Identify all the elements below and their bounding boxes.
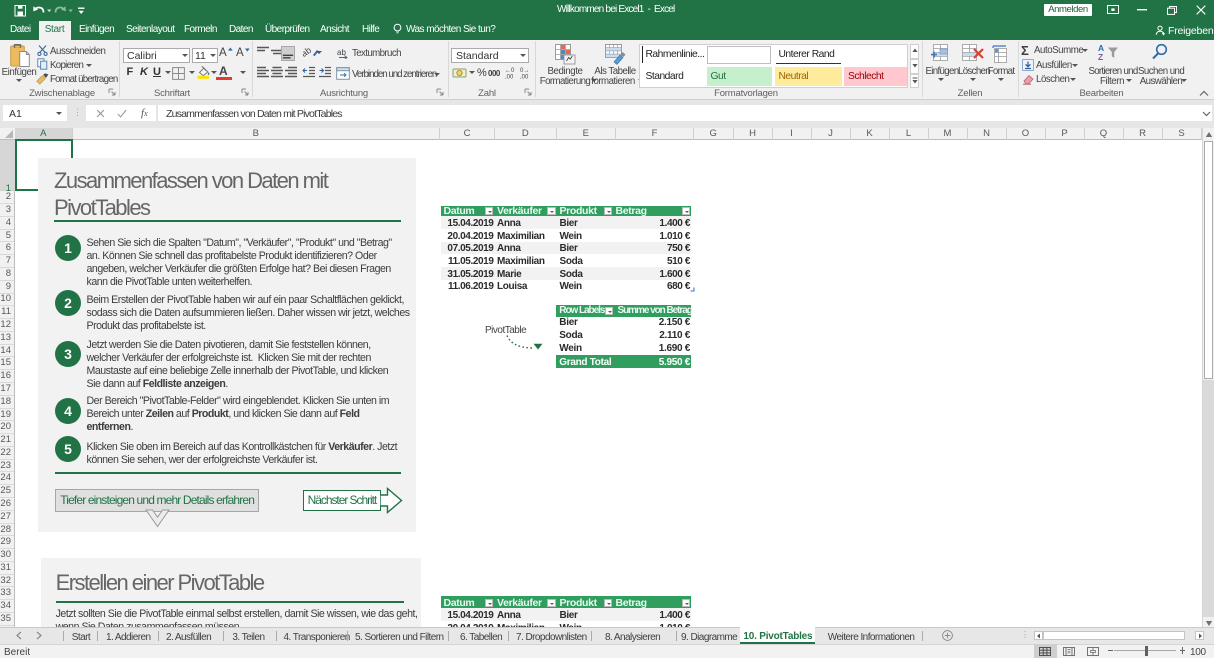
svg-text:ab: ab xyxy=(303,45,313,58)
svg-text:Z: Z xyxy=(1098,52,1103,61)
svg-text:,00: ,00 xyxy=(505,75,514,80)
svg-text:←0: ←0 xyxy=(505,68,515,74)
svg-text:0→: 0→ xyxy=(520,68,529,74)
svg-text:,00: ,00 xyxy=(520,75,529,80)
